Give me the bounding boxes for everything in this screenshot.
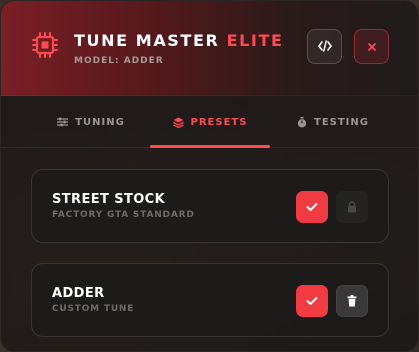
- tab-tuning[interactable]: TUNING: [46, 96, 136, 148]
- panel-header: TUNE MASTER ELITE MODEL: ADDER: [1, 1, 418, 96]
- check-icon: [306, 297, 318, 305]
- title-block: TUNE MASTER ELITE MODEL: ADDER: [74, 31, 283, 66]
- sliders-icon: [57, 117, 69, 127]
- model-label: MODEL: ADDER: [74, 56, 164, 66]
- tab-testing[interactable]: TESTING: [283, 96, 383, 148]
- chip-icon: [31, 31, 59, 59]
- tab-bar: TUNING PRESETS TESTING: [1, 96, 418, 148]
- app-title-main: TUNE MASTER: [74, 31, 220, 50]
- app-title: TUNE MASTER ELITE: [74, 31, 283, 50]
- trash-icon: [347, 295, 357, 307]
- close-icon: [367, 37, 377, 56]
- code-icon: [317, 37, 332, 56]
- app-title-accent: ELITE: [226, 31, 284, 50]
- tab-presets-label: PRESETS: [190, 116, 248, 128]
- apply-preset-button[interactable]: [296, 191, 328, 223]
- stopwatch-icon: [297, 116, 307, 127]
- delete-preset-button[interactable]: [336, 285, 368, 317]
- tab-presets[interactable]: PRESETS: [150, 96, 270, 148]
- tab-tuning-label: TUNING: [75, 116, 125, 128]
- active-tab-indicator: [150, 145, 270, 148]
- code-button[interactable]: [307, 29, 342, 64]
- preset-name: STREET STOCK: [52, 192, 166, 207]
- check-icon: [306, 203, 318, 211]
- close-button[interactable]: [354, 29, 389, 64]
- preset-description: FACTORY GTA STANDARD: [52, 210, 195, 220]
- layers-icon: [172, 117, 184, 128]
- locked-indicator: [336, 191, 368, 223]
- tab-testing-label: TESTING: [314, 116, 369, 128]
- lock-icon: [348, 201, 356, 213]
- preset-card[interactable]: STREET STOCK FACTORY GTA STANDARD: [31, 169, 389, 243]
- tune-master-panel: TUNE MASTER ELITE MODEL: ADDER TUNING PR…: [0, 0, 419, 352]
- preset-card[interactable]: ADDER CUSTOM TUNE: [31, 263, 389, 337]
- apply-preset-button[interactable]: [296, 285, 328, 317]
- preset-description: CUSTOM TUNE: [52, 304, 135, 314]
- preset-name: ADDER: [52, 286, 105, 301]
